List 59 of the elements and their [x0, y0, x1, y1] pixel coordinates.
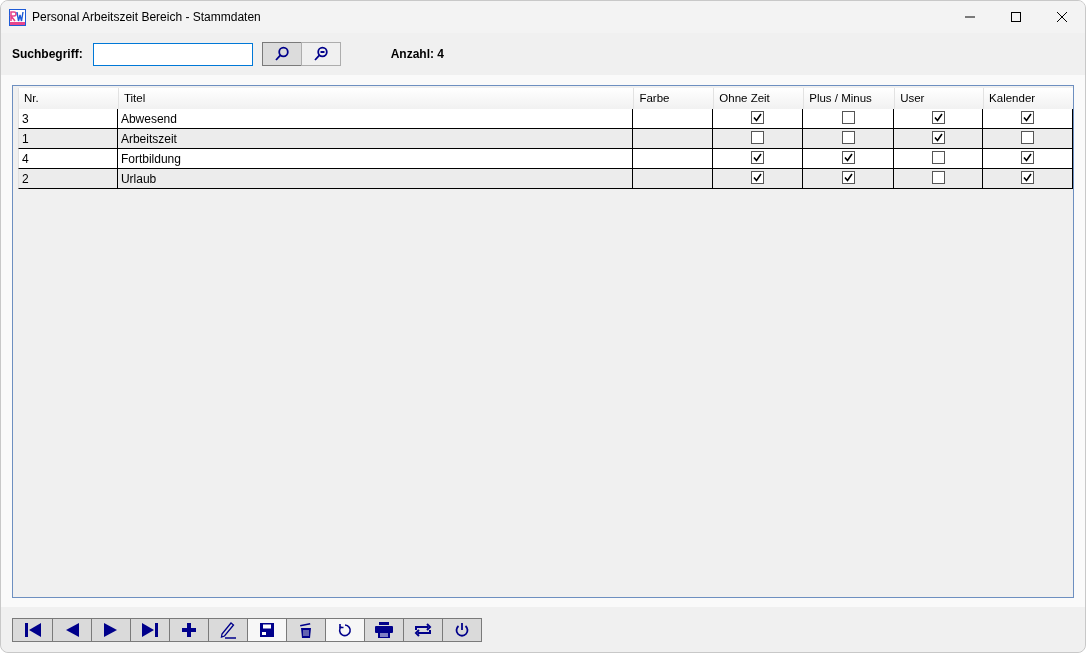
checkbox[interactable] [841, 151, 855, 164]
undo-button[interactable] [325, 619, 364, 641]
checkbox[interactable] [931, 111, 945, 124]
table-cell: Fortbildung [117, 149, 634, 169]
checkbox[interactable] [751, 171, 765, 184]
checkbox[interactable] [751, 131, 765, 144]
minimize-icon [965, 16, 975, 18]
power-button[interactable] [442, 619, 481, 641]
checkbox[interactable] [841, 131, 855, 144]
last-record-button[interactable] [130, 619, 169, 641]
table-cell: 2 [18, 169, 118, 189]
clear-search-button[interactable] [300, 42, 341, 66]
save-button[interactable] [247, 619, 286, 641]
search-label: Suchbegriff: [12, 47, 83, 61]
power-icon [454, 622, 470, 638]
swap-button[interactable] [403, 619, 442, 641]
checkbox[interactable] [841, 111, 855, 124]
checkbox[interactable] [1021, 131, 1035, 144]
checkbox[interactable] [841, 171, 855, 184]
window-title: Personal Arbeitszeit Bereich - Stammdaten [32, 10, 261, 24]
table-cell: 4 [18, 149, 118, 169]
triangle-right-icon [103, 622, 119, 638]
checkbox[interactable] [1021, 111, 1035, 124]
checkbox[interactable] [751, 111, 765, 124]
close-icon [1057, 12, 1067, 22]
delete-button[interactable] [286, 619, 325, 641]
triangle-left-icon [64, 622, 80, 638]
search-field[interactable] [92, 42, 253, 66]
plus-icon [181, 622, 197, 638]
trash-can-icon [299, 621, 313, 639]
edit-button[interactable] [208, 619, 247, 641]
add-button[interactable] [169, 619, 208, 641]
table-cell: Urlaub [117, 169, 634, 189]
previous-record-button[interactable] [52, 619, 91, 641]
search-button[interactable] [261, 42, 302, 66]
skip-to-start-icon [23, 622, 42, 638]
swap-arrows-icon [414, 622, 432, 638]
zoom-out-icon [312, 46, 329, 62]
pencil-icon [219, 621, 237, 639]
first-record-button[interactable] [13, 619, 52, 641]
checkbox[interactable] [1021, 171, 1035, 184]
checkbox[interactable] [931, 151, 945, 164]
checkbox[interactable] [931, 171, 945, 184]
checkbox[interactable] [931, 131, 945, 144]
maximize-icon [1011, 12, 1021, 22]
printer-icon [375, 622, 393, 638]
table-cell: Abwesend [117, 109, 634, 129]
skip-to-end-icon [141, 622, 159, 638]
app-logo-icon [9, 8, 26, 26]
next-record-button[interactable] [91, 619, 130, 641]
checkbox[interactable] [751, 151, 765, 164]
checkbox[interactable] [1021, 151, 1035, 164]
table-cell: Arbeitszeit [117, 129, 634, 149]
table-cell: 3 [18, 109, 118, 129]
search-icon [273, 46, 290, 62]
record-count: Anzahl: 4 [390, 47, 444, 61]
circular-arrow-icon [337, 622, 353, 638]
table-cell: 1 [18, 129, 118, 149]
print-button[interactable] [364, 619, 403, 641]
